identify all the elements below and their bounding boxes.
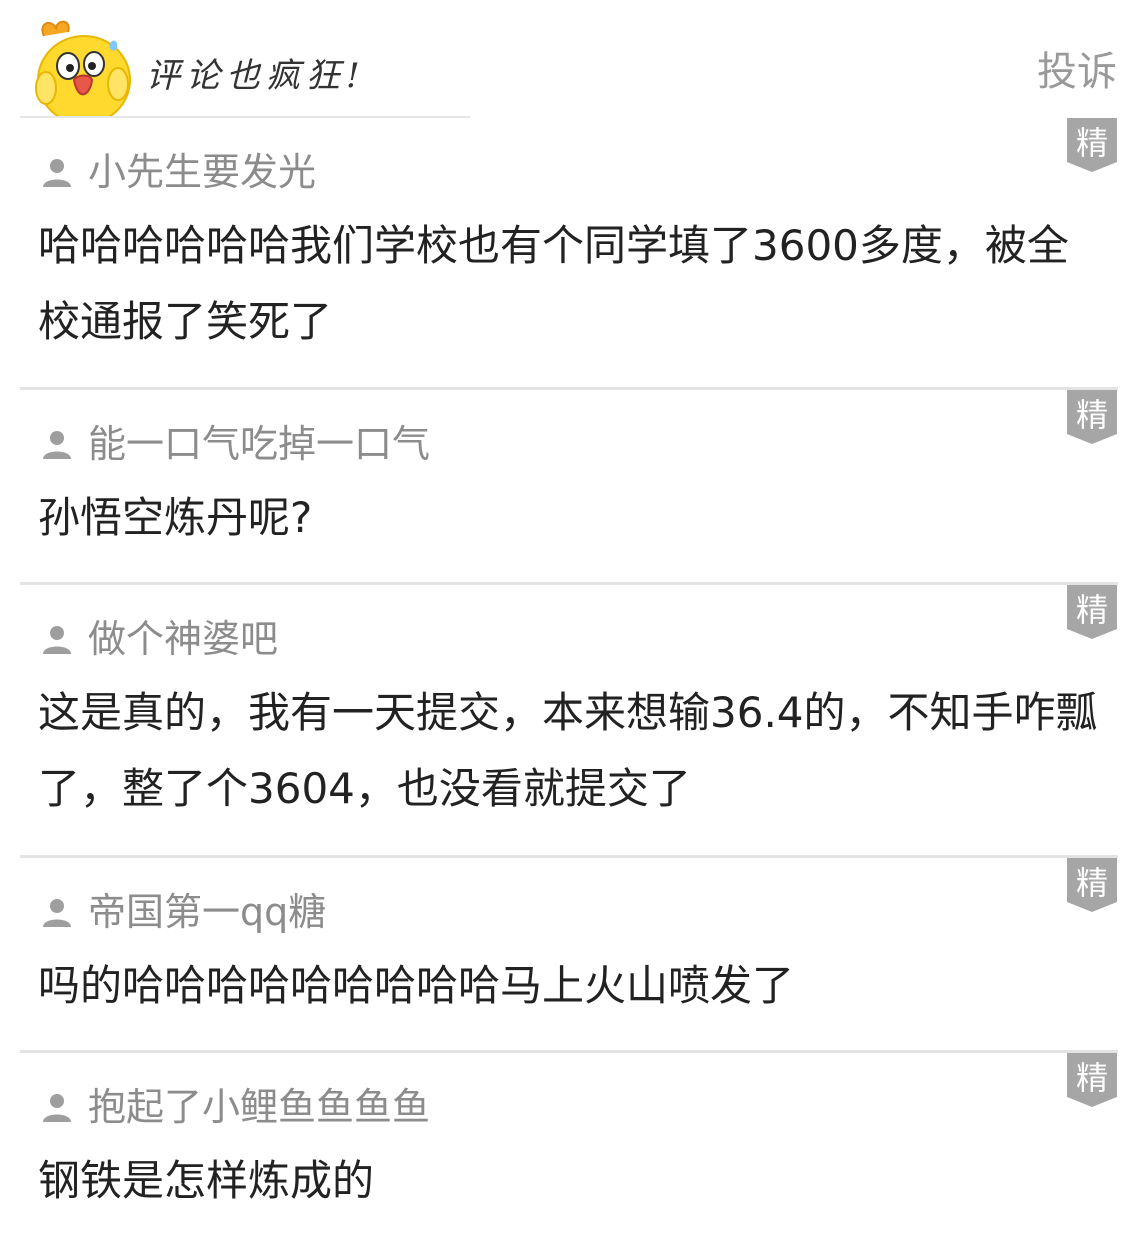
user-icon [43, 899, 71, 927]
comment-meta: 能一口气吃掉一口气 [40, 420, 430, 468]
comment-text: 钢铁是怎样炼成的 [38, 1156, 375, 1205]
comment-meta: 帝国第一qq糖 [40, 888, 326, 936]
featured-badge-label: 精 [1076, 396, 1108, 434]
featured-badge-icon: 精 [1067, 585, 1117, 639]
comment-username[interactable]: 做个神婆吧 [88, 615, 278, 663]
header-title: 评论也疯狂! [146, 56, 366, 96]
comment-username[interactable]: 小先生要发光 [88, 148, 316, 196]
featured-badge-icon: 精 [1067, 1053, 1117, 1107]
comment-username[interactable]: 帝国第一qq糖 [88, 888, 326, 936]
user-icon [43, 159, 71, 187]
comments-header: 评论也疯狂! 投诉 [0, 0, 1143, 125]
comment-meta: 抱起了小鲤鱼鱼鱼鱼 [40, 1083, 430, 1131]
featured-badge-label: 精 [1076, 124, 1108, 162]
comment-username[interactable]: 抱起了小鲤鱼鱼鱼鱼 [88, 1083, 430, 1131]
comment-text: 哈哈哈哈哈哈我们学校也有个同学填了3600多度，被全校通报了笑死了 [38, 221, 1069, 346]
featured-badge-icon: 精 [1067, 858, 1117, 912]
comment-username[interactable]: 能一口气吃掉一口气 [88, 420, 430, 468]
featured-badge-icon: 精 [1067, 118, 1117, 172]
comment-meta: 小先生要发光 [40, 148, 316, 196]
comment-item: 帝国第一qq糖 精 吗的哈哈哈哈哈哈哈哈哈马上火山喷发了 [0, 858, 1143, 1051]
comment-item: 抱起了小鲤鱼鱼鱼鱼 精 钢铁是怎样炼成的 [0, 1053, 1143, 1236]
comment-item: 做个神婆吧 精 这是真的，我有一天提交，本来想输36.4的，不知手咋瓢了，整了个… [0, 585, 1143, 855]
comment-text: 这是真的，我有一天提交，本来想输36.4的，不知手咋瓢了，整了个3604，也没看… [38, 688, 1098, 813]
featured-badge-label: 精 [1076, 864, 1108, 902]
featured-badge-label: 精 [1076, 1059, 1108, 1097]
comment-meta: 做个神婆吧 [40, 615, 278, 663]
comment-item: 能一口气吃掉一口气 精 孙悟空炼丹呢? [0, 390, 1143, 583]
user-icon [43, 1094, 71, 1122]
featured-badge-label: 精 [1076, 591, 1108, 629]
comment-item: 小先生要发光 精 哈哈哈哈哈哈我们学校也有个同学填了3600多度，被全校通报了笑… [0, 118, 1143, 388]
comment-text: 吗的哈哈哈哈哈哈哈哈哈马上火山喷发了 [38, 961, 795, 1010]
chick-mascot-icon [30, 14, 138, 125]
user-icon [43, 431, 71, 459]
user-icon [43, 626, 71, 654]
complaint-button[interactable]: 投诉 [1037, 44, 1117, 100]
comment-text: 孙悟空炼丹呢? [38, 493, 313, 542]
featured-badge-icon: 精 [1067, 390, 1117, 444]
